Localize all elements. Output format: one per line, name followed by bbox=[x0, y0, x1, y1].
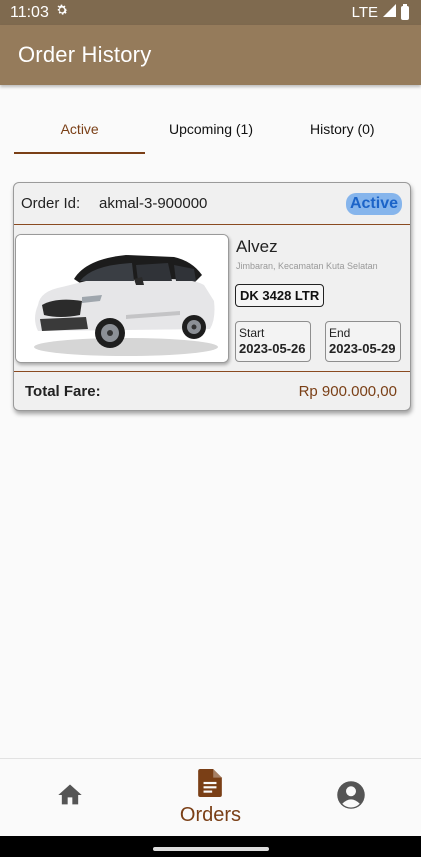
account-icon bbox=[336, 780, 366, 815]
screen: 11:03 LTE Order History Active Upcoming … bbox=[0, 0, 421, 857]
tab-label: Active bbox=[60, 121, 99, 137]
tab-active[interactable]: Active bbox=[14, 104, 146, 154]
start-date: 2023-05-26 bbox=[239, 341, 306, 356]
status-bar: 11:03 LTE bbox=[0, 0, 421, 25]
license-plate: DK 3428 LTR bbox=[235, 284, 325, 307]
nav-account[interactable] bbox=[281, 759, 421, 836]
status-badge: Active bbox=[345, 192, 402, 215]
tab-label: History (0) bbox=[310, 121, 375, 137]
order-id-value: akmal-3-900000 bbox=[99, 195, 208, 212]
end-date: 2023-05-29 bbox=[329, 341, 396, 356]
order-card-footer: Total Fare: Rp 900.000,00 bbox=[14, 371, 410, 410]
status-left: 11:03 bbox=[10, 3, 69, 22]
status-time: 11:03 bbox=[10, 3, 49, 21]
app-bar: Order History bbox=[0, 25, 421, 85]
gesture-bar bbox=[0, 836, 421, 857]
end-date-box: End 2023-05-29 bbox=[325, 321, 401, 362]
document-icon bbox=[197, 768, 223, 802]
page-title: Order History bbox=[18, 42, 152, 67]
order-card-header: Order Id: akmal-3-900000 Active bbox=[14, 183, 410, 225]
settings-icon bbox=[55, 3, 69, 22]
home-icon bbox=[56, 781, 84, 814]
tab-label: Upcoming (1) bbox=[168, 121, 253, 137]
signal-icon bbox=[383, 4, 396, 21]
network-label: LTE bbox=[351, 4, 378, 21]
tab-history[interactable]: History (0) bbox=[277, 104, 408, 154]
total-fare-value: Rp 900.000,00 bbox=[298, 383, 397, 400]
end-label: End bbox=[329, 326, 351, 340]
order-tabs: Active Upcoming (1) History (0) bbox=[14, 104, 408, 154]
bottom-nav: Orders bbox=[0, 758, 421, 836]
car-illustration bbox=[16, 235, 228, 362]
order-card[interactable]: Order Id: akmal-3-900000 Active Alvez Ji… bbox=[13, 182, 411, 411]
start-date-box: Start 2023-05-26 bbox=[235, 321, 311, 362]
gesture-handle[interactable] bbox=[153, 847, 269, 851]
nav-orders[interactable]: Orders bbox=[140, 759, 280, 836]
nav-home[interactable] bbox=[0, 759, 140, 836]
car-image bbox=[15, 234, 229, 363]
car-location: Jimbaran, Kecamatan Kuta Selatan bbox=[236, 261, 378, 271]
nav-orders-label: Orders bbox=[179, 803, 242, 826]
start-label: Start bbox=[239, 326, 265, 340]
car-name: Alvez bbox=[236, 237, 278, 256]
order-id-label: Order Id: bbox=[21, 195, 81, 212]
status-right: LTE bbox=[351, 3, 409, 21]
battery-icon bbox=[401, 3, 409, 20]
tab-upcoming[interactable]: Upcoming (1) bbox=[145, 104, 276, 154]
total-fare-label: Total Fare: bbox=[25, 383, 101, 400]
